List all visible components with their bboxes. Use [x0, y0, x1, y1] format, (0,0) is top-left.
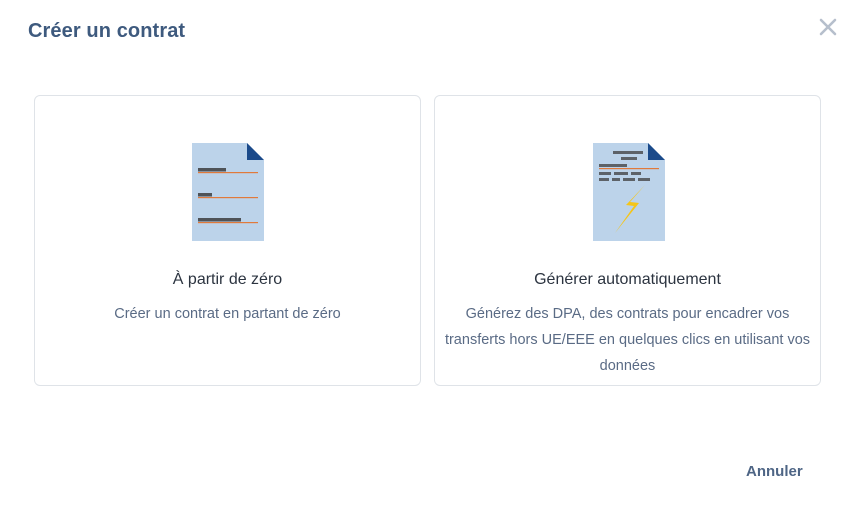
- option-card-generate-automatically[interactable]: Générer automatiquement Générez des DPA,…: [434, 95, 821, 386]
- create-contract-dialog: Créer un contrat À partir de zéro Créer …: [0, 0, 854, 510]
- close-button[interactable]: [816, 15, 840, 39]
- blank-document-icon: [192, 143, 264, 241]
- option-description: Créer un contrat en partant de zéro: [114, 306, 341, 322]
- lightning-document-icon: [593, 143, 665, 241]
- dialog-title: Créer un contrat: [28, 20, 186, 42]
- option-card-from-scratch[interactable]: À partir de zéro Créer un contrat en par…: [34, 95, 421, 386]
- option-title: Générer automatiquement: [534, 271, 721, 288]
- cancel-button[interactable]: Annuler: [746, 463, 803, 480]
- option-title: À partir de zéro: [172, 271, 283, 288]
- close-icon: [819, 18, 837, 36]
- option-description: Générez des DPA, des contrats pour encad…: [444, 306, 811, 374]
